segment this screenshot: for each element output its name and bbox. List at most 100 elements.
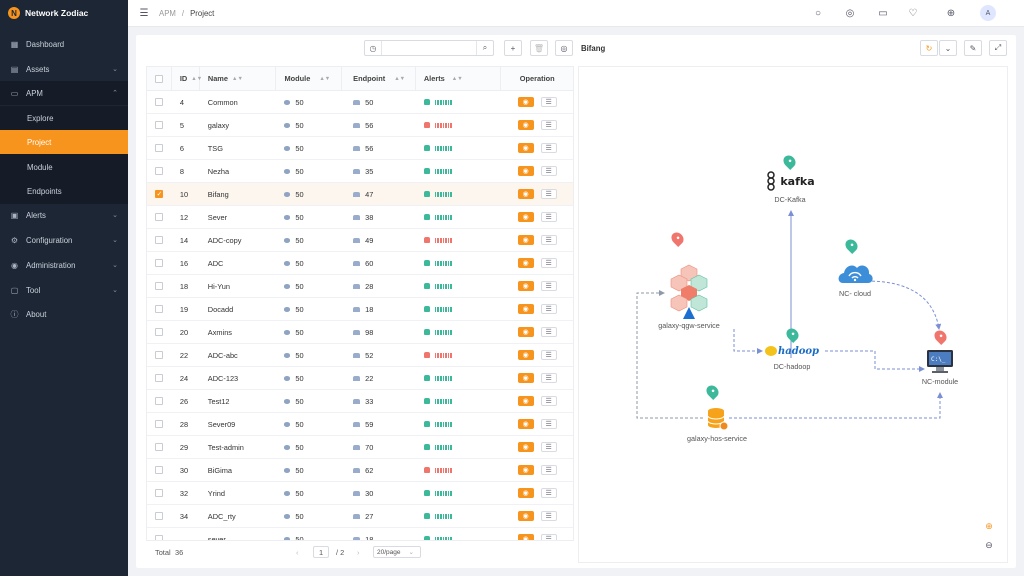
view-eye-icon[interactable]: ◉ bbox=[517, 419, 534, 429]
delete-button[interactable]: 🗑 bbox=[530, 40, 548, 56]
sidebar-item-about[interactable]: ⓘ About bbox=[0, 302, 128, 326]
settings-sliders-icon[interactable]: ☰ bbox=[540, 235, 557, 245]
view-eye-icon[interactable]: ◉ bbox=[517, 465, 534, 475]
sidebar-item-dashboard[interactable]: ▦ Dashboard bbox=[0, 32, 128, 56]
view-eye-icon[interactable]: ◉ bbox=[517, 534, 534, 540]
row-checkbox[interactable] bbox=[155, 167, 164, 175]
settings-sliders-icon[interactable]: ☰ bbox=[540, 212, 557, 222]
row-checkbox[interactable] bbox=[155, 236, 164, 244]
prev-page-button[interactable]: ‹ bbox=[296, 548, 298, 557]
view-eye-icon[interactable]: ◉ bbox=[517, 442, 534, 452]
view-eye-icon[interactable]: ◉ bbox=[517, 97, 534, 107]
view-eye-icon[interactable]: ◉ bbox=[517, 373, 534, 383]
settings-sliders-icon[interactable]: ☰ bbox=[540, 258, 557, 268]
row-checkbox[interactable] bbox=[155, 305, 164, 313]
row-checkbox[interactable] bbox=[155, 282, 164, 290]
breadcrumb-apm[interactable]: APM bbox=[159, 9, 176, 18]
settings-sliders-icon[interactable]: ☰ bbox=[540, 511, 557, 521]
settings-sliders-icon[interactable]: ☰ bbox=[540, 534, 557, 540]
row-checkbox[interactable] bbox=[155, 512, 164, 520]
sidebar-item-configuration[interactable]: ⚙ Configuration ⌄ bbox=[0, 228, 128, 252]
view-eye-icon[interactable]: ◉ bbox=[517, 189, 534, 199]
column-id[interactable]: ID ▲▼ bbox=[172, 67, 202, 91]
refresh-dropdown-button[interactable]: ⌄ bbox=[939, 40, 957, 56]
globe-icon[interactable]: ⊕ bbox=[945, 7, 957, 19]
select-all-checkbox[interactable] bbox=[154, 74, 163, 83]
table-row[interactable]: 16 ADC 50 60 ◉ ☰ bbox=[147, 252, 573, 275]
settings-sliders-icon[interactable]: ☰ bbox=[540, 120, 557, 130]
table-row[interactable]: 24 ADC-123 50 22 ◉ ☰ bbox=[147, 367, 573, 390]
settings-sliders-icon[interactable]: ☰ bbox=[540, 419, 557, 429]
settings-sliders-icon[interactable]: ☰ bbox=[540, 166, 557, 176]
table-row[interactable]: 34 ADC_rty 50 27 ◉ ☰ bbox=[147, 505, 573, 528]
view-eye-icon[interactable]: ◉ bbox=[517, 396, 534, 406]
next-page-button[interactable]: › bbox=[357, 548, 359, 557]
zoom-out-icon[interactable]: ⊖ bbox=[982, 538, 996, 552]
table-row[interactable]: 29 Test-admin 50 70 ◉ ☰ bbox=[147, 436, 573, 459]
settings-sliders-icon[interactable]: ☰ bbox=[540, 488, 557, 498]
menu-collapse-icon[interactable]: ☰ bbox=[138, 7, 150, 19]
settings-sliders-icon[interactable]: ☰ bbox=[540, 189, 557, 199]
settings-sliders-icon[interactable]: ☰ bbox=[540, 373, 557, 383]
view-eye-icon[interactable]: ◉ bbox=[517, 327, 534, 337]
row-checkbox[interactable] bbox=[155, 397, 164, 405]
row-checkbox[interactable] bbox=[155, 489, 164, 497]
row-checkbox[interactable] bbox=[155, 535, 164, 540]
table-row[interactable]: 12 Sever 50 38 ◉ ☰ bbox=[147, 206, 573, 229]
settings-sliders-icon[interactable]: ☰ bbox=[540, 143, 557, 153]
settings-sliders-icon[interactable]: ☰ bbox=[540, 304, 557, 314]
view-eye-icon[interactable]: ◉ bbox=[517, 304, 534, 314]
settings-sliders-icon[interactable]: ☰ bbox=[540, 327, 557, 337]
page-input[interactable]: 1 bbox=[313, 546, 329, 558]
row-checkbox[interactable] bbox=[155, 351, 164, 359]
lightbulb-icon[interactable]: ♡ bbox=[907, 7, 919, 19]
page-size-select[interactable]: 20/page ⌄ bbox=[373, 546, 421, 558]
node-dc-hadoop[interactable]: hadoop DC-hadoop bbox=[761, 342, 823, 371]
view-eye-icon[interactable]: ◉ bbox=[517, 143, 534, 153]
clock-icon[interactable]: ◷ bbox=[365, 41, 382, 55]
row-checkbox[interactable] bbox=[155, 420, 164, 428]
table-row[interactable]: 19 Docadd 50 18 ◉ ☰ bbox=[147, 298, 573, 321]
table-row[interactable]: 6 TSG 50 56 ◉ ☰ bbox=[147, 137, 573, 160]
view-eye-icon[interactable]: ◉ bbox=[517, 120, 534, 130]
search-input[interactable] bbox=[382, 42, 476, 54]
app-logo[interactable]: N Network Zodiac bbox=[0, 0, 128, 26]
sidebar-item-tool[interactable]: ▢ Tool ⌄ bbox=[0, 278, 128, 302]
table-row[interactable]: 14 ADC-copy 50 49 ◉ ☰ bbox=[147, 229, 573, 252]
table-row[interactable]: 26 Test12 50 33 ◉ ☰ bbox=[147, 390, 573, 413]
zoom-in-icon[interactable]: ⊕ bbox=[982, 519, 996, 533]
view-eye-icon[interactable]: ◉ bbox=[517, 166, 534, 176]
table-row[interactable]: 8 Nezha 50 35 ◉ ☰ bbox=[147, 160, 573, 183]
compass-icon[interactable]: ◎ bbox=[844, 7, 856, 19]
row-checkbox[interactable] bbox=[155, 144, 164, 152]
table-row[interactable]: 5 galaxy 50 56 ◉ ☰ bbox=[147, 114, 573, 137]
column-alerts[interactable]: Alerts ▲▼ bbox=[416, 67, 502, 91]
node-galaxy-qgw-service[interactable]: galaxy-qgw-service bbox=[644, 263, 734, 330]
sidebar-item-administration[interactable]: ◉ Administration ⌄ bbox=[0, 253, 128, 277]
card-icon[interactable]: ▭ bbox=[877, 7, 889, 19]
table-row[interactable]: 32 Yrind 50 30 ◉ ☰ bbox=[147, 482, 573, 505]
avatar[interactable]: A bbox=[980, 5, 996, 21]
refresh-button[interactable]: ↻ bbox=[920, 40, 938, 56]
sidebar-item-endpoints[interactable]: Endpoints bbox=[0, 179, 128, 203]
settings-sliders-icon[interactable]: ☰ bbox=[540, 465, 557, 475]
node-galaxy-hos-service[interactable]: galaxy-hos-service bbox=[671, 406, 763, 443]
view-eye-icon[interactable]: ◉ bbox=[517, 488, 534, 498]
sidebar-item-explore[interactable]: Explore bbox=[0, 106, 128, 130]
row-checkbox[interactable] bbox=[155, 213, 164, 221]
view-eye-icon[interactable]: ◉ bbox=[517, 258, 534, 268]
table-row[interactable]: 30 BiGima 50 62 ◉ ☰ bbox=[147, 459, 573, 482]
node-dc-kafka[interactable]: kafka DC-Kafka bbox=[760, 169, 820, 204]
node-nc-module[interactable]: C:\_ NC-module bbox=[910, 349, 970, 386]
row-checkbox[interactable] bbox=[155, 259, 164, 267]
table-row[interactable]: 28 Sever09 50 59 ◉ ☰ bbox=[147, 413, 573, 436]
settings-sliders-icon[interactable]: ☰ bbox=[540, 350, 557, 360]
view-eye-icon[interactable]: ◉ bbox=[517, 350, 534, 360]
column-name[interactable]: Name ▲▼ bbox=[200, 67, 277, 91]
settings-sliders-icon[interactable]: ☰ bbox=[540, 442, 557, 452]
settings-sliders-icon[interactable]: ☰ bbox=[540, 97, 557, 107]
fullscreen-button[interactable]: ⤢ bbox=[989, 40, 1007, 56]
add-button[interactable]: + bbox=[504, 40, 522, 56]
row-checkbox[interactable] bbox=[155, 374, 164, 382]
topology-graph[interactable]: ● ● ● ● ● ● kafka DC-Kafka galaxy-qgw-se… bbox=[578, 66, 1008, 563]
